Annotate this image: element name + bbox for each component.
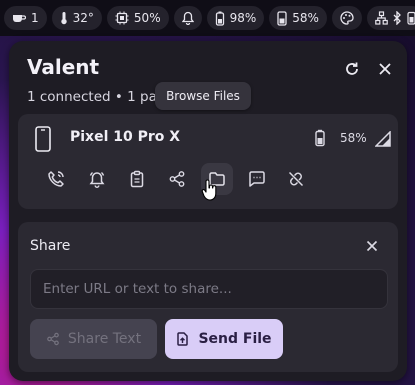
clipboard-button[interactable] — [121, 163, 153, 195]
device-battery-icon — [315, 129, 325, 147]
share-icon — [47, 332, 59, 346]
palette-icon — [340, 11, 354, 25]
messages-button[interactable] — [241, 163, 273, 195]
top-bar: 1 32° 50% 98% 58% — [0, 0, 415, 36]
clipboard-icon — [130, 170, 144, 188]
share-title: Share — [30, 238, 71, 254]
network-icon — [375, 11, 388, 25]
battery-small-icon — [407, 11, 415, 25]
refresh-button[interactable] — [340, 57, 364, 81]
phone-battery-value: 98% — [229, 11, 257, 25]
ring-bell-icon — [89, 171, 105, 188]
unlink-icon — [288, 171, 304, 187]
temperature-value: 32° — [72, 11, 94, 25]
phone-battery-indicator[interactable]: 98% — [206, 6, 265, 30]
message-icon — [249, 171, 265, 187]
cpu-icon — [115, 11, 129, 25]
close-icon — [366, 240, 378, 252]
coffee-icon — [13, 15, 26, 22]
theme-indicator[interactable] — [331, 6, 362, 30]
share-card: Share Share Text Send File — [18, 222, 398, 372]
share-button[interactable] — [161, 163, 193, 195]
bell-icon — [181, 11, 194, 25]
battery-indicator[interactable]: 58% — [269, 6, 327, 30]
share-icon — [169, 171, 185, 187]
disconnect-button[interactable] — [280, 163, 312, 195]
panel-title: Valent — [27, 55, 100, 79]
share-close-button[interactable] — [361, 235, 383, 257]
send-file-button[interactable]: Send File — [165, 319, 283, 359]
send-file-label: Send File — [198, 331, 272, 347]
close-button[interactable] — [373, 57, 397, 81]
call-button[interactable] — [40, 163, 72, 195]
share-text-button[interactable]: Share Text — [30, 319, 157, 359]
device-battery-value: 58% — [340, 131, 367, 145]
phone-call-icon — [48, 171, 64, 187]
bluetooth-icon — [393, 11, 401, 25]
refresh-icon — [346, 62, 358, 75]
browse-files-tooltip: Browse Files — [155, 82, 251, 110]
close-icon — [379, 63, 391, 75]
ring-button[interactable] — [81, 163, 113, 195]
cpu-value: 50% — [133, 11, 161, 25]
thermometer-icon — [60, 12, 67, 25]
workspace-indicator[interactable]: 1 — [4, 6, 47, 30]
workspace-count: 1 — [31, 11, 39, 25]
share-input[interactable] — [30, 269, 388, 309]
notifications-indicator[interactable] — [173, 6, 202, 30]
temperature-indicator[interactable]: 32° — [51, 6, 102, 30]
device-name: Pixel 10 Pro X — [70, 129, 181, 145]
cpu-indicator[interactable]: 50% — [106, 6, 169, 30]
signal-icon — [375, 131, 391, 147]
system-indicators[interactable] — [366, 6, 415, 30]
phone-battery-icon — [215, 11, 224, 26]
battery-value: 58% — [292, 11, 319, 25]
file-upload-icon — [177, 332, 189, 346]
share-text-label: Share Text — [67, 331, 142, 347]
phone-icon — [35, 126, 51, 152]
hand-cursor-icon — [201, 179, 217, 201]
battery-icon — [277, 10, 287, 26]
